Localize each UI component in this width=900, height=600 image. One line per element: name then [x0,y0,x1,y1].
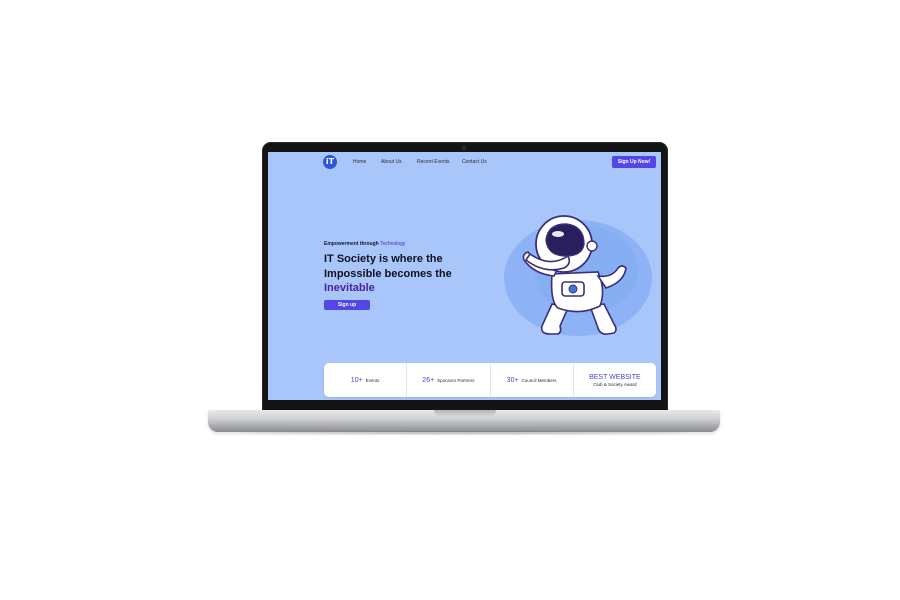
award-subtitle: Club & Society Award [593,381,637,387]
hero-headline: IT Society is where the Impossible becom… [324,252,464,296]
award-title: BEST WEBSITE [589,373,641,381]
astronaut-illustration [504,215,652,336]
stat-award: BEST WEBSITE Club & Society Award [574,363,656,397]
stat-label: Events [365,377,380,383]
sign-up-button[interactable]: Sign up [324,300,370,310]
tagline-accent: Technology [380,241,406,247]
headline-main: IT Society is where the Impossible becom… [324,253,452,280]
stat-label: Sponsors Partners [437,377,475,383]
laptop-notch [434,410,496,416]
website-screen: iT Home About Us Recent Events Contact U… [268,152,661,400]
nav-link-about[interactable]: About Us [381,159,402,165]
logo-icon[interactable]: iT [323,155,337,169]
camera-icon [462,146,466,150]
tagline-prefix: Empowerment through [324,241,381,247]
nav-link-contact[interactable]: Contact Us [462,159,487,165]
stat-sponsors: 26+ Sponsors Partners [407,363,491,397]
hero-tagline: Empowerment through Technology [324,241,405,247]
laptop-shadow [240,431,690,435]
stat-number: 26+ [422,376,435,384]
stat-council: 30+ Council Members [491,363,574,397]
nav-link-events[interactable]: Recent Events [417,159,450,165]
sign-up-now-button[interactable]: Sign Up Now! [612,156,656,168]
stat-events: 10+ Events [324,363,408,397]
nav-link-home[interactable]: Home [353,159,366,165]
laptop-base [208,410,720,432]
stats-bar: 10+ Events 26+ Sponsors Partners 30+ Cou… [324,363,656,397]
navbar: iT Home About Us Recent Events Contact U… [268,152,661,172]
stat-number: 10+ [350,376,363,384]
stat-label: Council Members [521,377,557,383]
headline-accent: Inevitable [324,282,375,294]
stat-number: 30+ [506,376,519,384]
